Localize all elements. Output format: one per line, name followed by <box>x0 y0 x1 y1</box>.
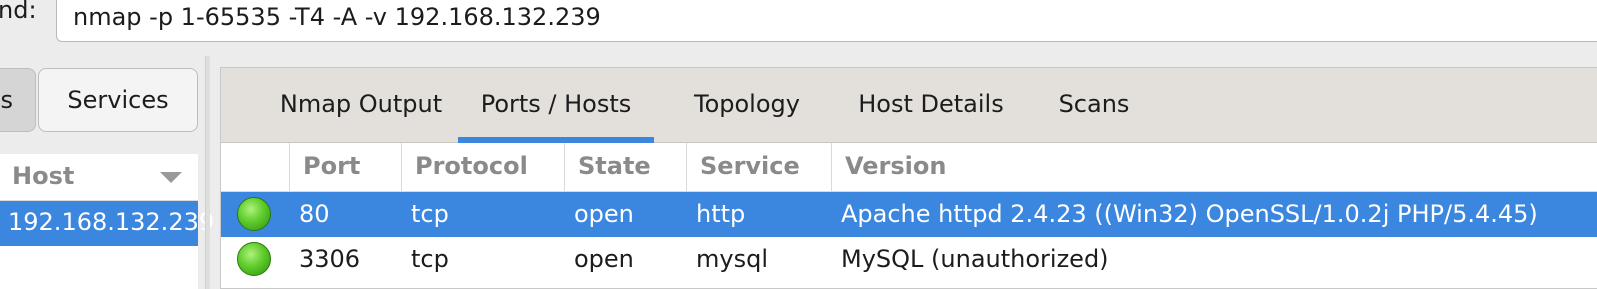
protocol-cell: tcp <box>411 200 449 228</box>
port-cell: 80 <box>299 200 330 228</box>
service-column-header[interactable]: Service <box>686 143 831 191</box>
state-cell: open <box>574 245 634 273</box>
port-cell: 3306 <box>299 245 361 273</box>
hosts-toggle-button[interactable]: s <box>0 68 36 132</box>
services-toggle-button[interactable]: Services <box>38 68 198 132</box>
hosts-services-pane: s Services Host 192.168.132.239 <box>0 56 214 289</box>
green-circle-icon <box>237 197 271 231</box>
service-cell: http <box>696 200 746 228</box>
command-bar: nd: nmap -p 1-65535 -T4 -A -v 192.168.13… <box>0 0 1597 52</box>
results-tab-bar: Nmap Output Ports / Hosts Topology Host … <box>221 68 1597 143</box>
version-cell: MySQL (unauthorized) <box>841 245 1109 273</box>
tab-ports-hosts[interactable]: Ports / Hosts <box>458 68 654 143</box>
tab-host-details[interactable]: Host Details <box>841 68 1021 142</box>
status-column-header[interactable] <box>221 143 289 191</box>
table-row[interactable]: 80 tcp open http Apache httpd 2.4.23 ((W… <box>221 192 1597 237</box>
results-pane: Nmap Output Ports / Hosts Topology Host … <box>220 67 1597 289</box>
command-label: nd: <box>0 0 37 24</box>
port-column-header[interactable]: Port <box>289 143 401 191</box>
host-list-item[interactable]: 192.168.132.239 <box>0 201 214 246</box>
host-address: 192.168.132.239 <box>8 208 215 236</box>
state-cell: open <box>574 200 634 228</box>
command-input[interactable]: nmap -p 1-65535 -T4 -A -v 192.168.132.23… <box>56 0 1597 42</box>
pane-splitter[interactable] <box>205 56 210 289</box>
protocol-column-header[interactable]: Protocol <box>401 143 564 191</box>
hosts-toggle-label: s <box>0 86 13 114</box>
tab-scans[interactable]: Scans <box>1046 68 1142 142</box>
host-list-empty-area <box>0 246 198 289</box>
table-row[interactable]: 3306 tcp open mysql MySQL (unauthorized) <box>221 237 1597 282</box>
sort-down-icon[interactable] <box>160 172 182 183</box>
service-cell: mysql <box>696 245 768 273</box>
host-column-label: Host <box>12 162 75 190</box>
green-circle-icon <box>237 242 271 276</box>
tab-nmap-output[interactable]: Nmap Output <box>241 68 481 142</box>
tab-topology[interactable]: Topology <box>673 68 821 142</box>
ports-table-header: Port Protocol State Service Version <box>221 143 1597 192</box>
state-column-header[interactable]: State <box>564 143 686 191</box>
protocol-cell: tcp <box>411 245 449 273</box>
version-column-header[interactable]: Version <box>831 143 1597 191</box>
version-cell: Apache httpd 2.4.23 ((Win32) OpenSSL/1.0… <box>841 200 1538 228</box>
host-column-header[interactable]: Host <box>0 154 198 201</box>
